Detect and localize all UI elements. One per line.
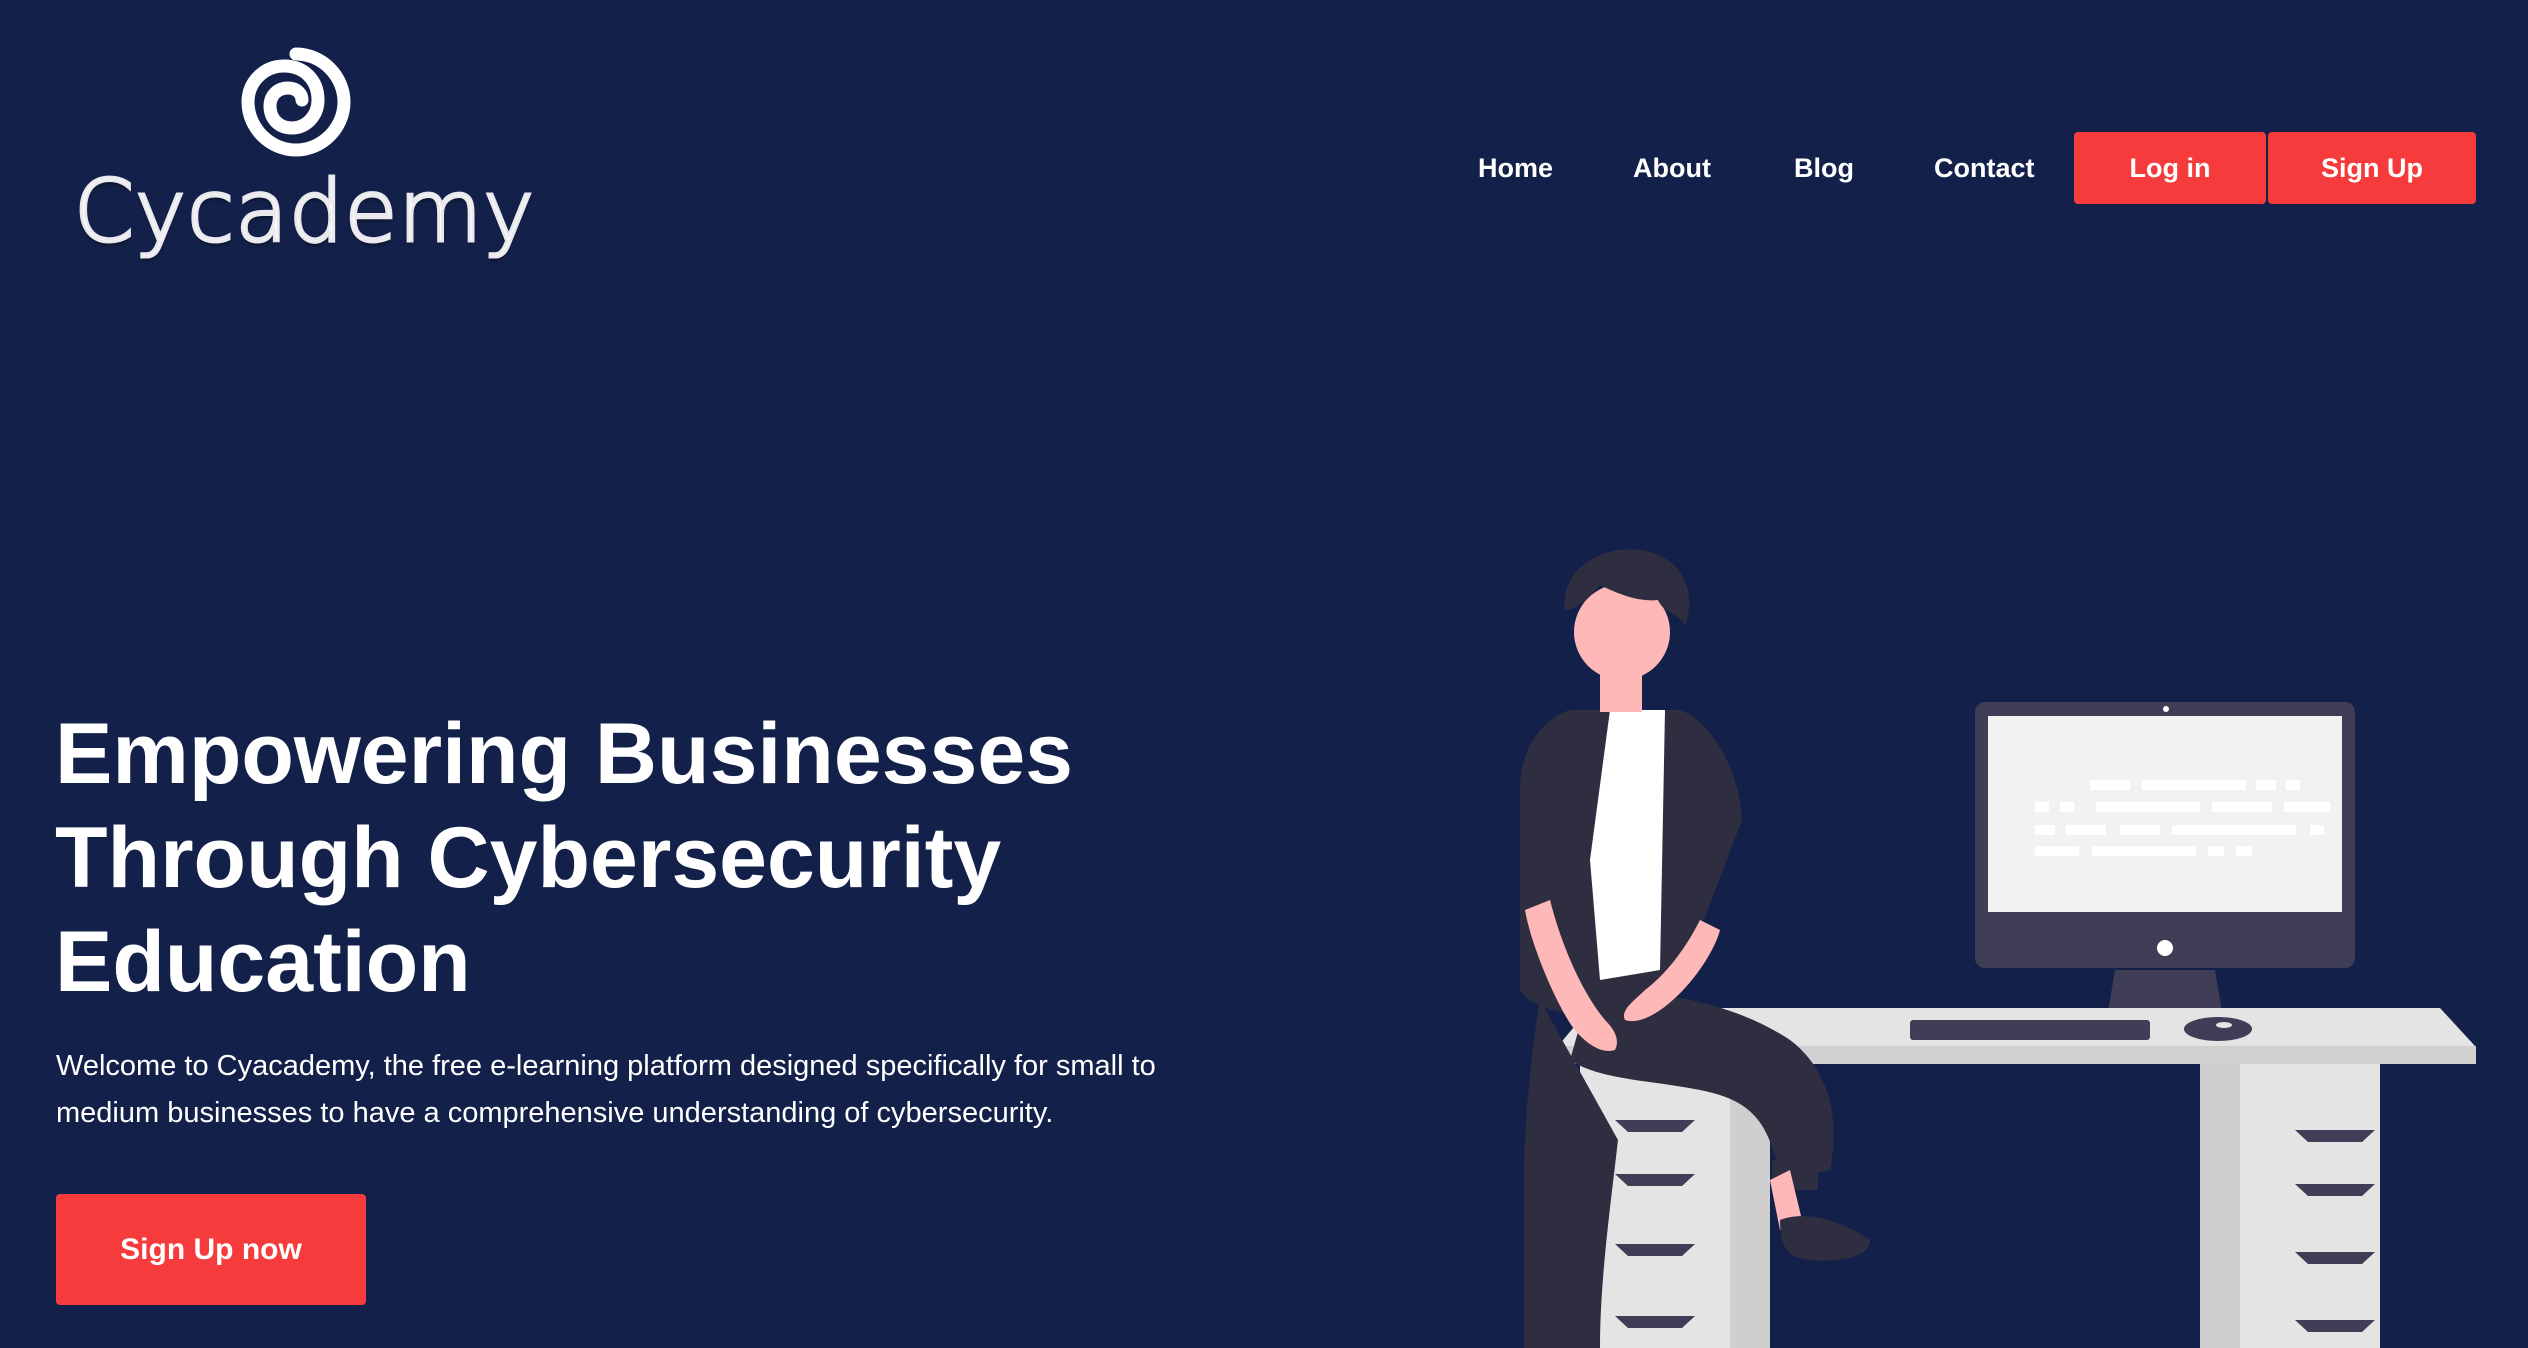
brand-logo[interactable]: Cycademy xyxy=(73,42,536,264)
nav-home-link[interactable]: Home xyxy=(1478,132,1553,204)
nav-blog-link[interactable]: Blog xyxy=(1794,132,1854,204)
hero-subtitle: Welcome to Cyacademy, the free e-learnin… xyxy=(56,1043,1296,1137)
site-header: Cycademy Home About Blog Contact Log in … xyxy=(0,0,2528,300)
hero-title-line: Empowering Businesses xyxy=(55,706,1073,802)
hero-title: Empowering Businesses Through Cybersecur… xyxy=(55,702,1255,1014)
hero-title-line: Education xyxy=(55,914,471,1010)
hero-title-line: Through Cybersecurity xyxy=(55,810,1002,906)
signup-button[interactable]: Sign Up xyxy=(2268,132,2476,204)
nav-about-link[interactable]: About xyxy=(1633,132,1711,204)
person-at-desk-illustration xyxy=(1520,549,2476,1348)
brand-name: Cycademy xyxy=(73,161,536,264)
spiral-icon xyxy=(241,47,351,157)
signup-now-button[interactable]: Sign Up now xyxy=(56,1194,366,1305)
login-button[interactable]: Log in xyxy=(2074,132,2266,204)
main-nav: Home About Blog Contact Log in Sign Up xyxy=(1420,132,2500,204)
monitor-icon xyxy=(1975,702,2355,1020)
hero-subtitle-line: medium businesses to have a comprehensiv… xyxy=(56,1097,1054,1129)
hero-subtitle-line: Welcome to Cyacademy, the free e-learnin… xyxy=(56,1050,1156,1082)
nav-contact-link[interactable]: Contact xyxy=(1934,132,2035,204)
